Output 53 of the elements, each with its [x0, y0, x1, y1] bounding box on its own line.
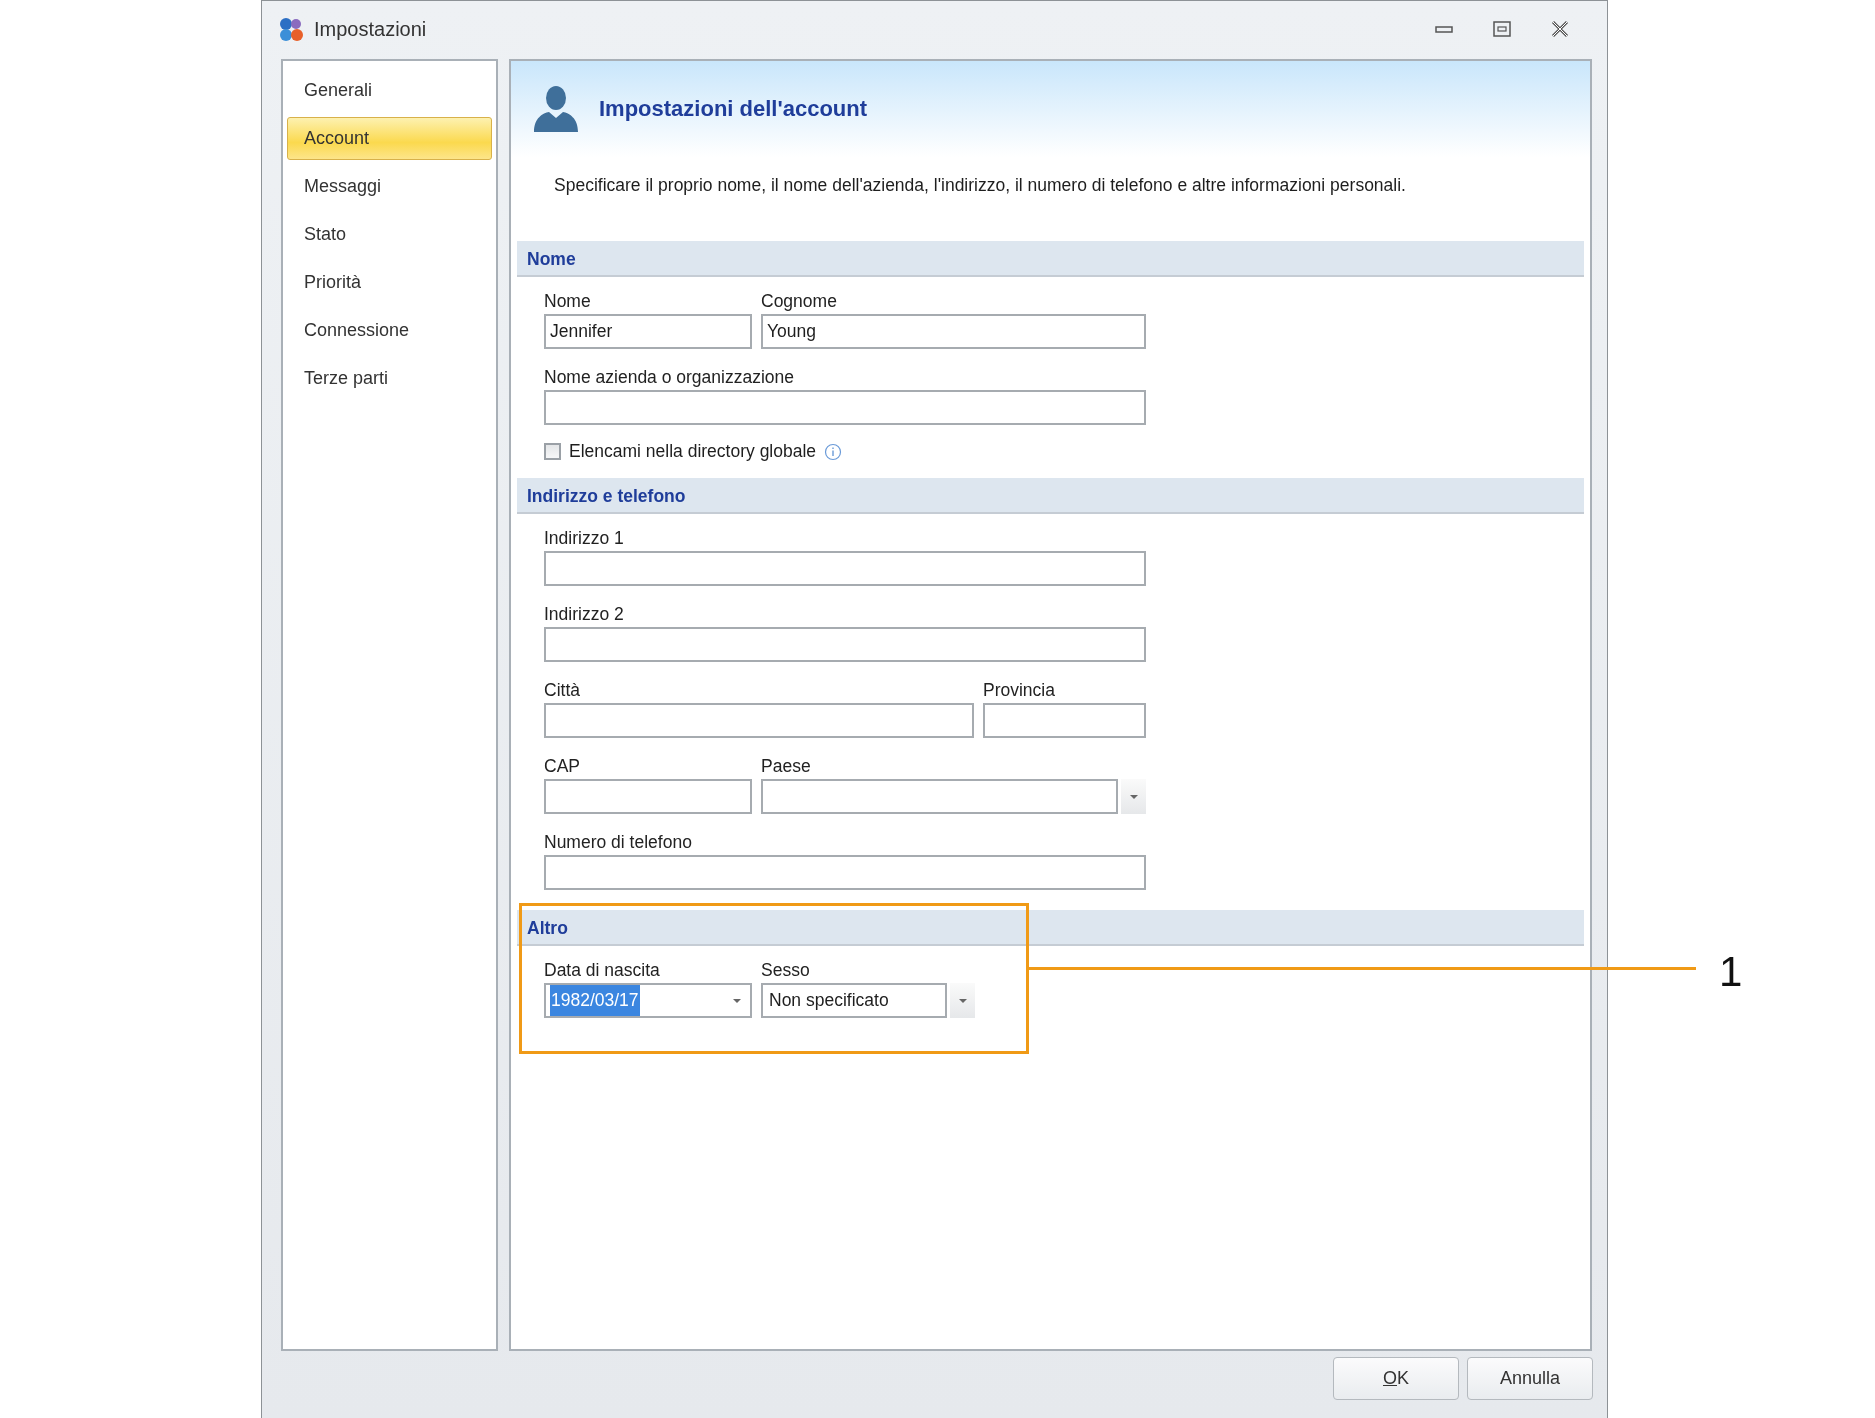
sidebar-item[interactable]: Generali	[287, 69, 492, 112]
text-field[interactable]	[544, 779, 752, 814]
text-field[interactable]	[544, 390, 1146, 425]
minimize-icon	[1435, 25, 1453, 33]
text-field[interactable]	[544, 703, 974, 738]
dialog-button[interactable]: OK	[1333, 1357, 1459, 1400]
sidebar-item[interactable]: Account	[287, 117, 492, 160]
dialog-button[interactable]: Annulla	[1467, 1357, 1593, 1400]
callout-number: 1	[1719, 948, 1743, 996]
sidebar-item[interactable]: Terze parti	[287, 357, 492, 400]
field-label: Nome azienda o organizzazione	[544, 367, 796, 387]
app-icon	[278, 16, 304, 42]
sidebar-item[interactable]: Messaggi	[287, 165, 492, 208]
section-header: Altro	[517, 910, 1584, 946]
text-field[interactable]	[544, 551, 1146, 586]
section-header: Nome	[517, 241, 1584, 277]
text-field[interactable]	[983, 703, 1146, 738]
field-label: Cognome	[761, 291, 838, 311]
maximize-icon	[1491, 20, 1513, 38]
window-title: Impostazioni	[314, 17, 428, 41]
field-label: Numero di telefono	[544, 832, 693, 852]
text-field[interactable]: Jennifer	[544, 314, 752, 349]
sidebar-item[interactable]: Priorità	[287, 261, 492, 304]
text-field[interactable]: Young	[761, 314, 1146, 349]
sidebar-item[interactable]: Stato	[287, 213, 492, 256]
dropdown-field[interactable]	[761, 779, 1118, 814]
close-icon	[1549, 20, 1571, 38]
field-label: Indirizzo 2	[544, 604, 625, 624]
dropdown-button[interactable]	[1121, 779, 1146, 814]
caret-icon	[957, 997, 968, 1004]
field-label: Indirizzo 1	[544, 528, 625, 548]
field-label: Provincia	[983, 680, 1056, 700]
field-label: Nome	[544, 291, 592, 311]
text-field[interactable]	[544, 627, 1146, 662]
dropdown-field[interactable]: Non specificato	[761, 983, 947, 1018]
checkbox[interactable]	[544, 443, 561, 460]
section-header: Indirizzo e telefono	[517, 478, 1584, 514]
person-icon	[531, 85, 581, 133]
description-text: Specificare il proprio nome, il nome dell'azienda, l'indirizzo, il numero di telefono e altre informazioni personali.	[553, 174, 1407, 197]
dropdown-button[interactable]	[950, 983, 975, 1018]
date-field[interactable]: 1982/03/17	[544, 983, 752, 1018]
field-label: CAP	[544, 756, 581, 776]
field-label: Data di nascita	[544, 960, 661, 980]
sidebar-item[interactable]: Connessione	[287, 309, 492, 352]
text-field[interactable]	[544, 855, 1146, 890]
checkbox-label: Elencami nella directory globale	[569, 441, 817, 462]
field-label: Sesso	[761, 960, 811, 980]
field-label: Città	[544, 680, 581, 700]
date-value: 1982/03/17	[550, 985, 640, 1016]
field-label: Paese	[761, 756, 812, 776]
caret-icon	[732, 997, 742, 1004]
header-title: Impostazioni dell'account	[599, 96, 868, 122]
caret-icon	[1128, 793, 1139, 800]
